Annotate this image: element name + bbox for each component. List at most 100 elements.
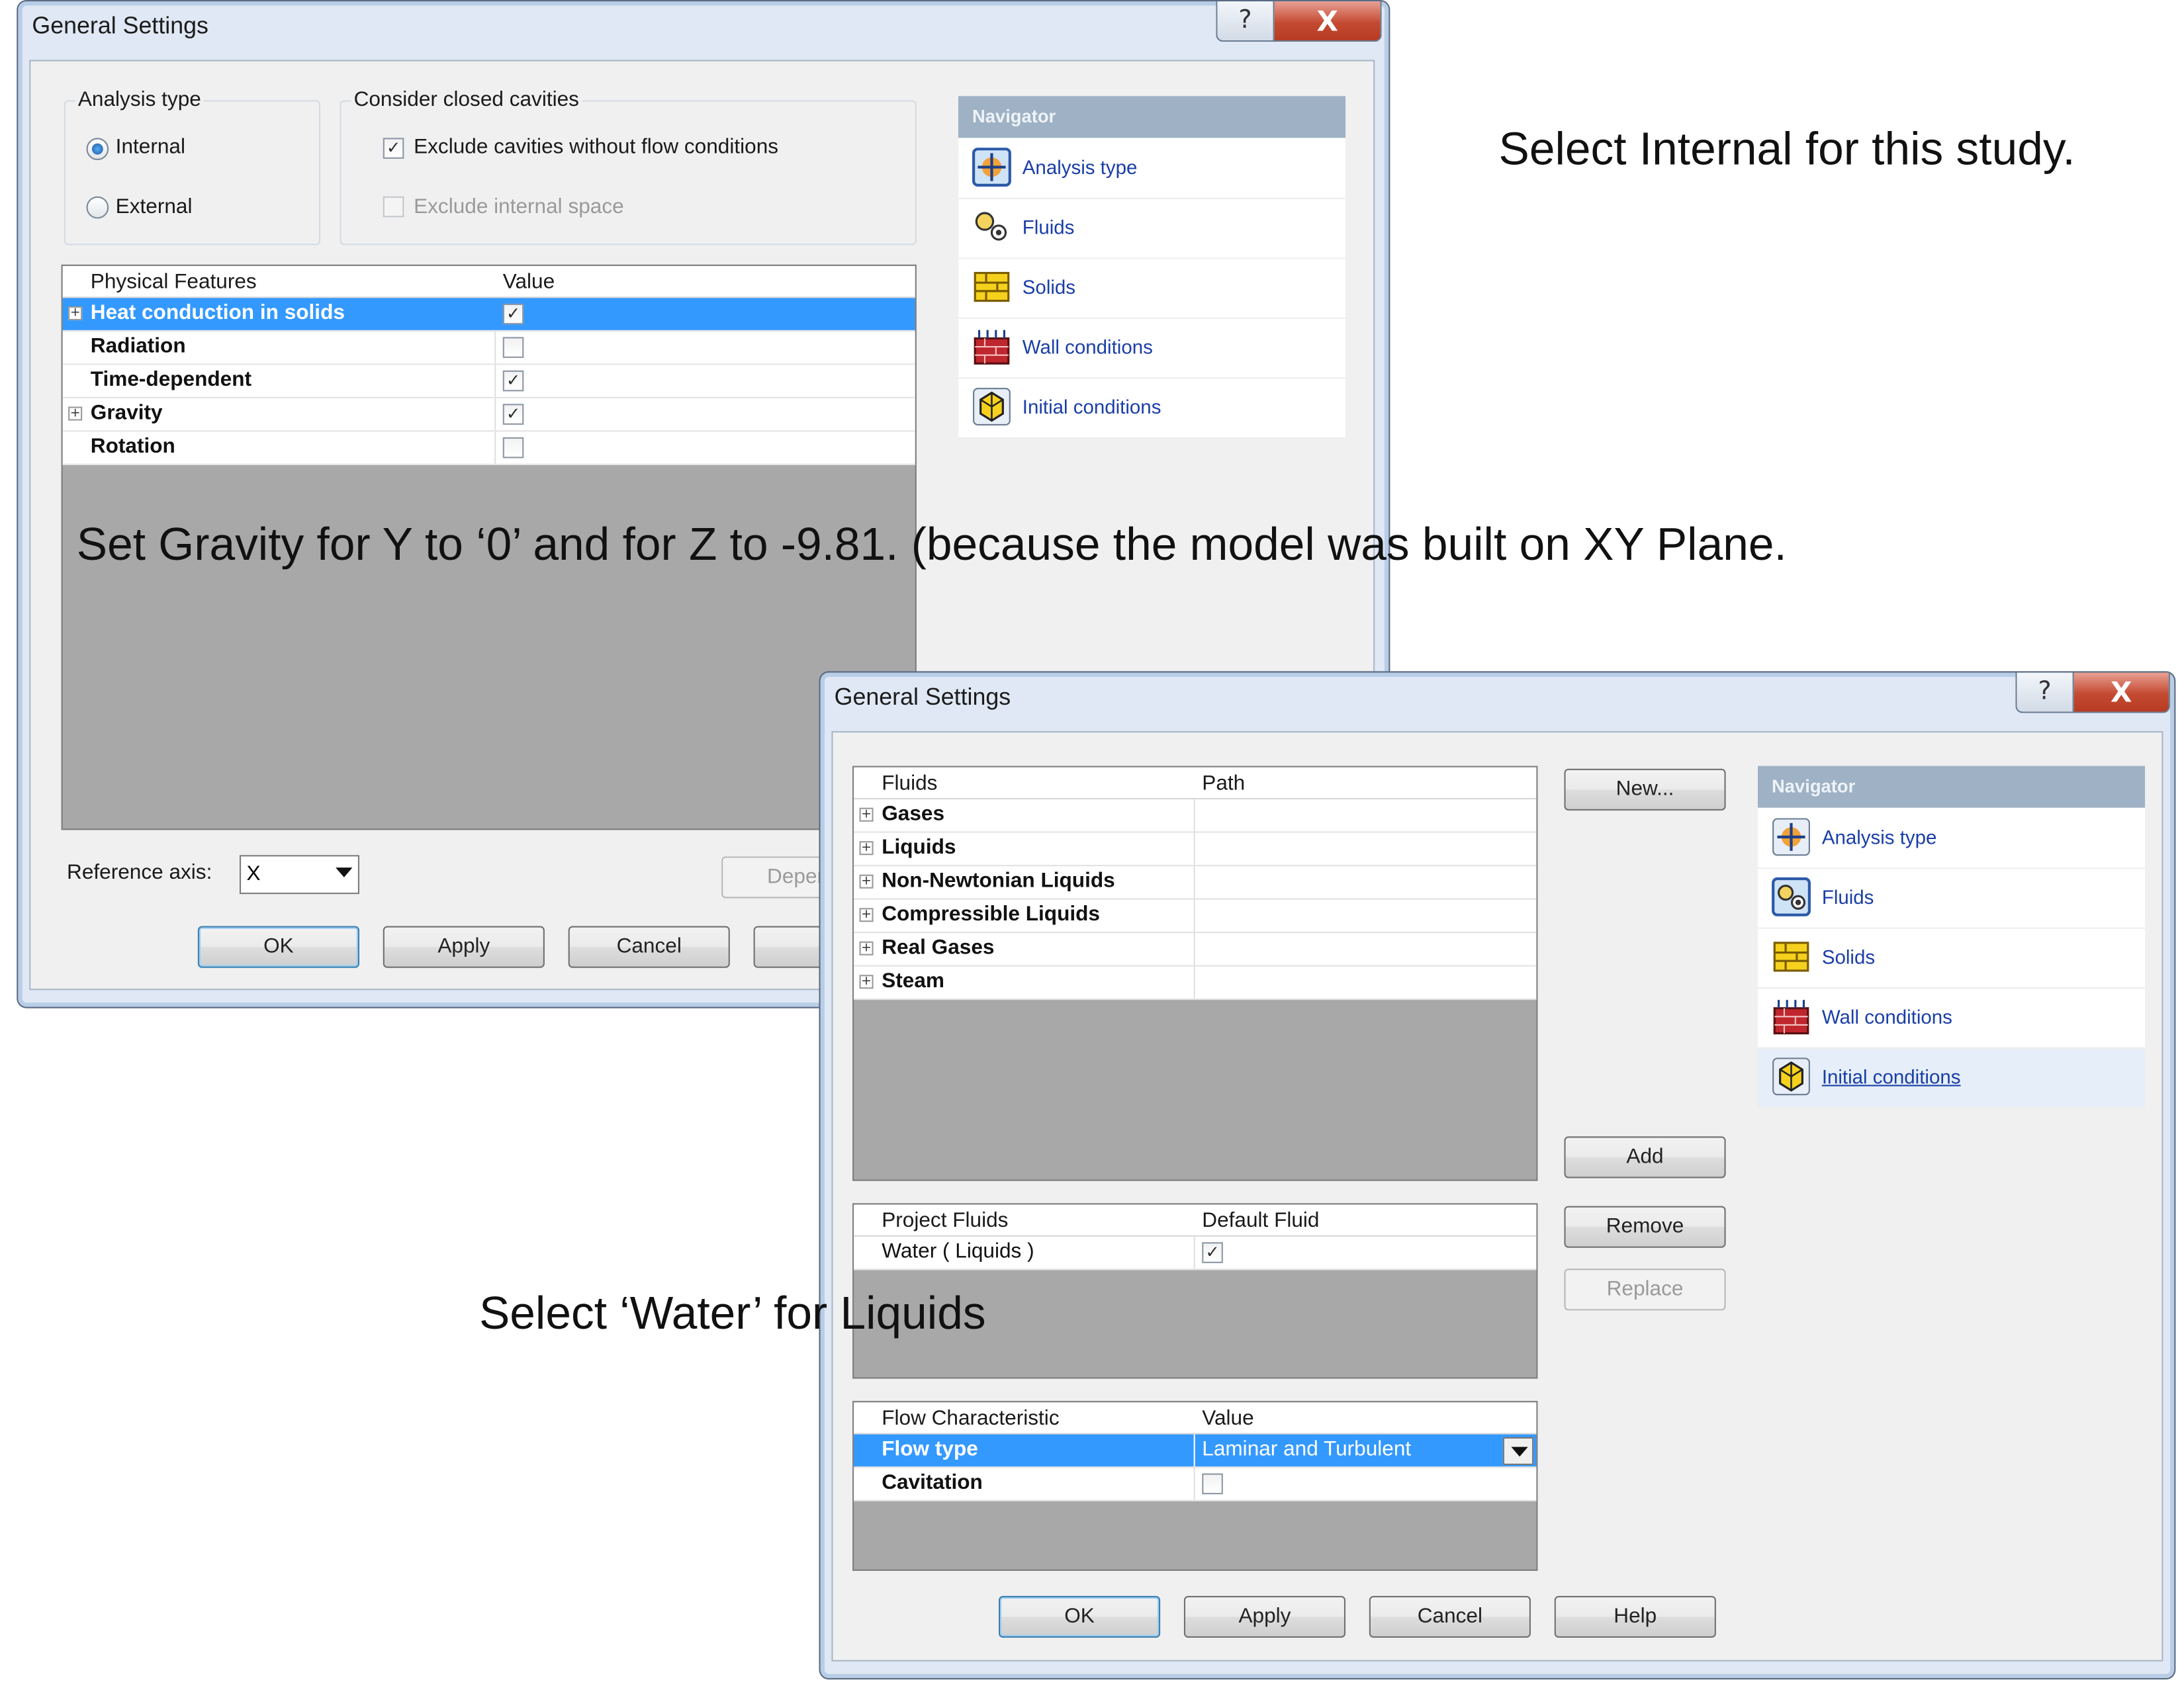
- nav-item-wall-conditions[interactable]: Wall conditions: [958, 319, 1346, 379]
- flow-characteristic-table: Flow Characteristic Value Flow type Lami…: [852, 1401, 1538, 1571]
- expand-icon[interactable]: +: [859, 975, 874, 989]
- closed-cavities-group: [340, 100, 917, 245]
- nav-item-fluids[interactable]: Fluids: [1758, 869, 2146, 929]
- dialog-1-help-icon[interactable]: ?: [1216, 1, 1275, 42]
- expand-icon[interactable]: +: [859, 908, 874, 922]
- navigator-title: Navigator: [958, 96, 1346, 138]
- exclude-cavities-label[interactable]: Exclude cavities without flow conditions: [414, 135, 778, 159]
- table-row[interactable]: + Non-Newtonian Liquids: [854, 866, 1537, 900]
- nav-item-analysis-type[interactable]: Analysis type: [958, 139, 1346, 199]
- exclude-cavities-checkbox[interactable]: ✓: [383, 138, 404, 159]
- nav-label: Solids: [1022, 275, 1076, 298]
- expand-icon[interactable]: +: [859, 807, 874, 822]
- feature-name: Rotation: [90, 434, 175, 459]
- expand-icon[interactable]: +: [68, 306, 83, 321]
- apply-button[interactable]: Apply: [1183, 1595, 1346, 1638]
- fluid-category-name: Real Gases: [882, 936, 995, 960]
- table-row[interactable]: Cavitation: [854, 1468, 1537, 1501]
- cancel-button[interactable]: Cancel: [1369, 1595, 1531, 1638]
- column-separator: [1193, 899, 1195, 932]
- feature-value-checkbox[interactable]: ✓: [502, 303, 524, 325]
- table-row[interactable]: Time-dependent ✓: [62, 365, 915, 398]
- flow-type-dropdown-button[interactable]: [1502, 1437, 1534, 1466]
- dialog-1-close-icon[interactable]: X: [1273, 1, 1382, 42]
- project-fluid-name: Water ( Liquids ): [882, 1239, 1034, 1263]
- analysis-type-group: [64, 100, 321, 245]
- nav-item-initial-conditions[interactable]: Initial conditions: [1758, 1048, 2146, 1109]
- cavitation-checkbox[interactable]: [1202, 1473, 1223, 1495]
- table-row[interactable]: + Steam: [854, 966, 1537, 1000]
- feature-name: Time-dependent: [90, 367, 252, 392]
- nav-item-solids[interactable]: Solids: [1758, 929, 2146, 989]
- feature-value-checkbox[interactable]: ✓: [502, 404, 524, 425]
- flow-characteristic-header: Flow Characteristic Value: [854, 1402, 1537, 1435]
- feature-value-checkbox[interactable]: [502, 437, 524, 459]
- table-row[interactable]: + Gases: [854, 799, 1537, 833]
- default-fluid-column-header: Default Fluid: [1202, 1208, 1320, 1233]
- navigator-title: Navigator: [1758, 766, 2146, 808]
- nav-item-initial-conditions[interactable]: Initial conditions: [958, 378, 1346, 439]
- table-row[interactable]: Radiation: [62, 331, 915, 365]
- ok-button[interactable]: OK: [197, 926, 359, 968]
- annotation-gravity-note: Set Gravity for Y to ‘0’ and for Z to -9…: [76, 517, 1787, 570]
- expand-icon[interactable]: +: [68, 406, 83, 421]
- reference-axis-dropdown[interactable]: X: [239, 855, 359, 895]
- table-row[interactable]: Rotation: [62, 431, 915, 465]
- dialog-1-title: General Settings: [32, 12, 208, 39]
- fluids-column-header: Fluids: [882, 771, 938, 795]
- cancel-button[interactable]: Cancel: [568, 926, 730, 968]
- fluid-category-name: Gases: [882, 802, 945, 826]
- flow-type-value: Laminar and Turbulent: [1202, 1437, 1412, 1461]
- internal-radio[interactable]: [86, 138, 109, 161]
- table-row[interactable]: + Heat conduction in solids ✓: [62, 298, 915, 332]
- remove-fluid-button[interactable]: Remove: [1564, 1206, 1726, 1248]
- table-row[interactable]: Flow type Laminar and Turbulent: [854, 1434, 1537, 1468]
- expand-icon[interactable]: +: [859, 841, 874, 856]
- column-separator: [1193, 933, 1195, 965]
- fluids-icon: [1772, 877, 1811, 916]
- table-row[interactable]: Water ( Liquids ) ✓: [854, 1236, 1537, 1270]
- feature-name: Heat conduction in solids: [90, 300, 345, 325]
- replace-fluid-button[interactable]: Replace: [1564, 1268, 1726, 1311]
- internal-radio-label[interactable]: Internal: [116, 135, 185, 159]
- help-button[interactable]: Help: [1554, 1595, 1716, 1638]
- table-row[interactable]: + Real Gases: [854, 933, 1537, 967]
- fluids-icon: [975, 212, 1007, 241]
- table-row[interactable]: + Liquids: [854, 832, 1537, 867]
- nav-item-analysis-type[interactable]: Analysis type: [1758, 809, 2146, 869]
- initial-conditions-icon: [973, 388, 1011, 425]
- column-separator: [494, 431, 496, 464]
- add-fluid-button[interactable]: Add: [1564, 1136, 1726, 1178]
- expand-icon[interactable]: +: [859, 874, 874, 889]
- table-row[interactable]: + Compressible Liquids: [854, 899, 1537, 934]
- value-column-header: Value: [502, 270, 555, 294]
- feature-value-checkbox[interactable]: [502, 337, 524, 358]
- column-separator: [1193, 866, 1195, 899]
- default-fluid-checkbox[interactable]: ✓: [1202, 1242, 1223, 1263]
- exclude-internal-space-checkbox[interactable]: [383, 196, 404, 218]
- new-fluid-button[interactable]: New...: [1564, 768, 1726, 811]
- table-row[interactable]: + Gravity ✓: [62, 398, 915, 432]
- initial-conditions-icon: [1772, 1057, 1810, 1096]
- exclude-internal-space-label[interactable]: Exclude internal space: [414, 195, 624, 219]
- column-separator: [1193, 1434, 1195, 1467]
- apply-button[interactable]: Apply: [383, 926, 545, 968]
- expand-icon[interactable]: +: [859, 941, 874, 955]
- reference-axis-label: Reference axis:: [67, 860, 212, 885]
- external-radio[interactable]: [86, 196, 109, 219]
- dialog-2-help-icon[interactable]: ?: [2015, 672, 2074, 713]
- nav-label: Fluids: [1022, 216, 1075, 238]
- nav-item-wall-conditions[interactable]: Wall conditions: [1758, 989, 2146, 1049]
- feature-value-checkbox[interactable]: ✓: [502, 370, 524, 392]
- reference-axis-value: X: [246, 862, 261, 886]
- dialog-2-close-icon[interactable]: X: [2072, 672, 2170, 713]
- nav-item-solids[interactable]: Solids: [958, 259, 1346, 319]
- nav-item-fluids[interactable]: Fluids: [958, 199, 1346, 259]
- column-separator: [1193, 1468, 1195, 1500]
- external-radio-label[interactable]: External: [116, 195, 193, 219]
- navigator-panel: Navigator Analysis type Fluids Solids Wa…: [958, 96, 1346, 439]
- physical-features-header: Physical Features Value: [62, 265, 915, 298]
- fluid-category-name: Liquids: [882, 835, 956, 860]
- nav-label: Wall conditions: [1022, 335, 1153, 358]
- ok-button[interactable]: OK: [998, 1595, 1161, 1638]
